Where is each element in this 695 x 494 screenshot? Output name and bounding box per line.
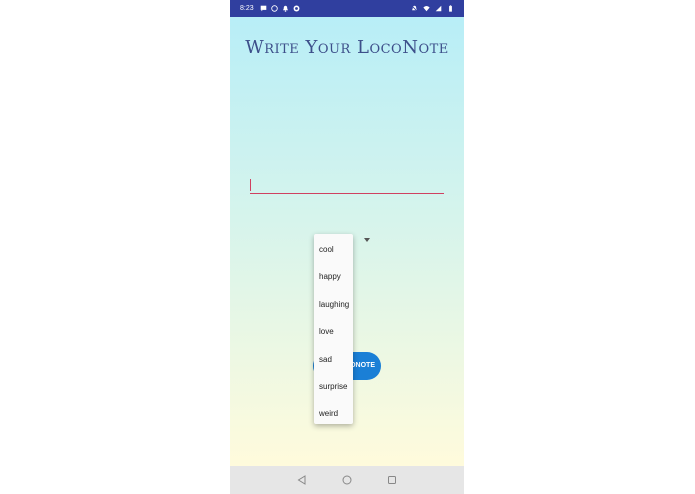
status-bar: 8:23 bbox=[230, 0, 464, 17]
dropdown-arrow-icon[interactable] bbox=[364, 238, 370, 242]
dropdown-option-surprise[interactable]: surprise bbox=[314, 373, 353, 400]
wifi-icon bbox=[423, 6, 430, 12]
mood-dropdown-menu: cool happy laughing love sad surprise we… bbox=[314, 234, 353, 424]
text-cursor bbox=[250, 179, 251, 191]
page-title: Write Your LocoNote bbox=[245, 37, 449, 58]
recents-icon bbox=[387, 476, 396, 484]
back-icon bbox=[297, 475, 306, 485]
whatsapp-icon bbox=[270, 5, 278, 12]
notification-bell-icon bbox=[282, 5, 288, 12]
status-time: 8:23 bbox=[240, 5, 254, 12]
app-icon bbox=[293, 5, 300, 12]
note-input[interactable] bbox=[250, 179, 444, 194]
back-button[interactable] bbox=[296, 474, 308, 486]
dropdown-option-sad[interactable]: sad bbox=[314, 346, 353, 373]
navigation-bar bbox=[230, 466, 464, 494]
recents-button[interactable] bbox=[386, 474, 398, 486]
dropdown-option-laughing[interactable]: laughing bbox=[314, 291, 353, 318]
home-button[interactable] bbox=[341, 474, 353, 486]
message-icon bbox=[260, 5, 266, 12]
phone-screen: 8:23 Write Your LocoNote LOCONOTE cool h… bbox=[230, 0, 464, 494]
dropdown-option-love[interactable]: love bbox=[314, 318, 353, 345]
mute-icon bbox=[411, 5, 418, 12]
battery-icon bbox=[449, 5, 452, 12]
dropdown-option-weird[interactable]: weird bbox=[314, 400, 353, 427]
dropdown-option-happy[interactable]: happy bbox=[314, 263, 353, 290]
dropdown-option-cool[interactable]: cool bbox=[314, 236, 353, 263]
signal-icon bbox=[435, 5, 442, 12]
main-screen: Write Your LocoNote LOCONOTE cool happy … bbox=[230, 17, 464, 466]
home-icon bbox=[342, 475, 352, 485]
